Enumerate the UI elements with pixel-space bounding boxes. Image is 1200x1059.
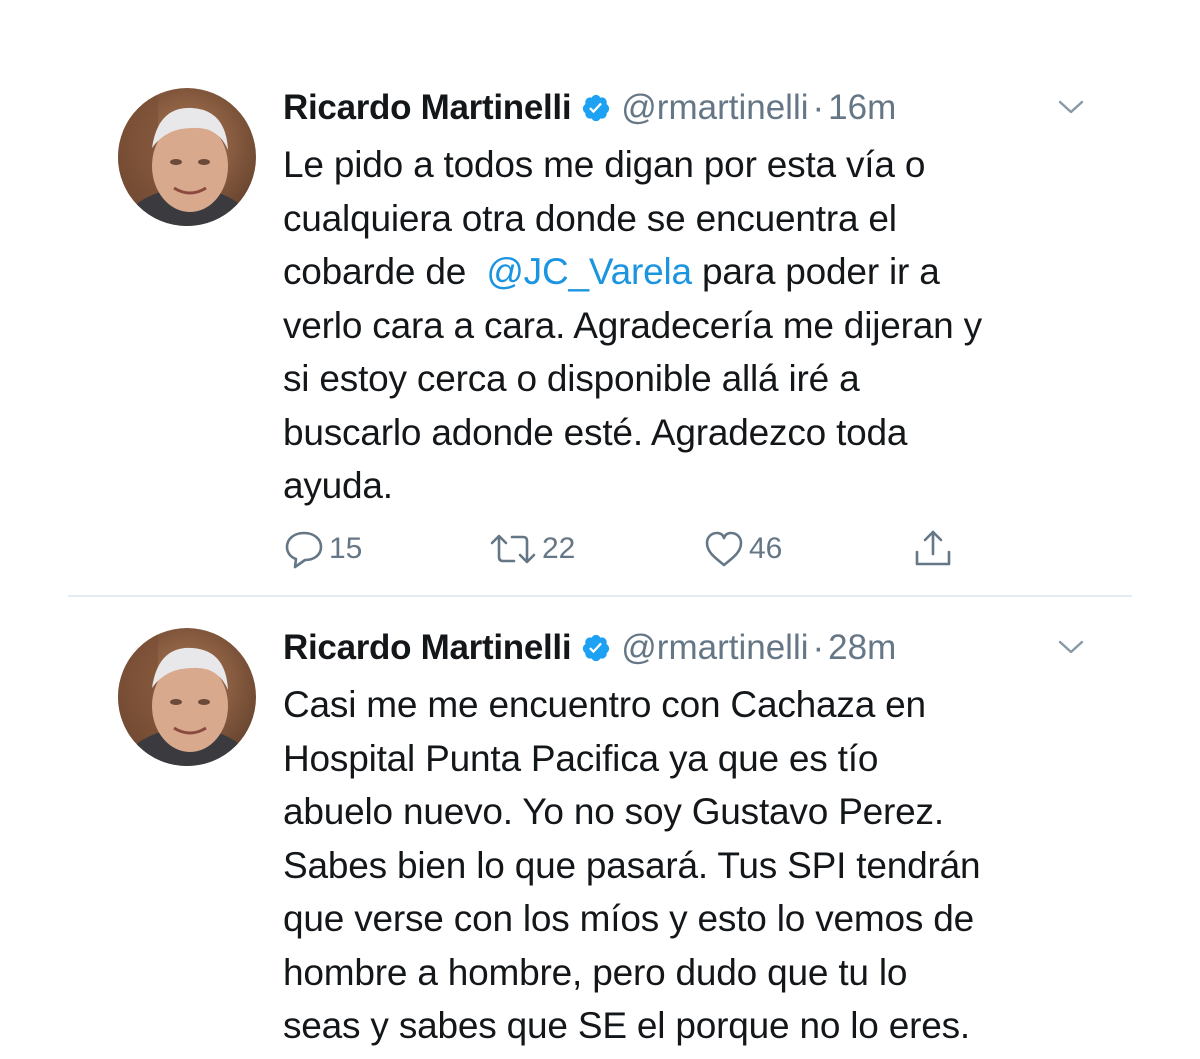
tweet-text-line: Hospital Punta Pacifica ya que es tío — [283, 732, 1163, 786]
avatar[interactable] — [118, 628, 256, 766]
reply-count: 15 — [329, 532, 363, 565]
tweet-text: Casi me me encuentro con Cachaza en Hosp… — [283, 678, 1163, 1053]
avatar[interactable] — [118, 88, 256, 226]
tweet-divider — [68, 595, 1132, 597]
verified-badge-icon — [581, 633, 611, 663]
tweet-text-line: abuelo nuevo. Yo no soy Gustavo Perez. — [283, 785, 1163, 839]
tweet-text-line: cobarde de @JC_Varela para poder ir a — [283, 245, 1163, 299]
text-segment: verlo cara a cara. Agradecería me dijera… — [283, 304, 982, 346]
text-segment: Sabes bien lo que pasará. Tus SPI tendrá… — [283, 844, 981, 886]
text-segment: abuelo nuevo. Yo no soy Gustavo Perez. — [283, 791, 944, 832]
text-segment: si estoy cerca o disponible allá iré a — [283, 358, 860, 399]
author-name[interactable]: Ricardo Martinelli — [283, 628, 572, 668]
tweet-text: Le pido a todos me digan por esta vía o … — [283, 138, 1163, 513]
like-count: 46 — [749, 532, 783, 565]
tweet-text-line: cualquiera otra donde se encuentra el — [283, 192, 1163, 246]
text-segment: cobarde de — [283, 251, 487, 292]
tweet-timestamp[interactable]: 16m — [828, 88, 896, 128]
tweet-text-line: Le pido a todos me digan por esta vía o — [283, 138, 1163, 192]
tweet-actions: 15 22 46 — [283, 524, 983, 574]
heart-icon — [703, 529, 745, 569]
tweet-text-line: ayuda. — [283, 459, 1163, 513]
text-segment: para poder ir a — [691, 251, 940, 292]
tweet-text-line: hombre a hombre, pero dudo que tu lo — [283, 946, 1163, 1000]
text-segment: cualquiera otra donde se encuentra el — [283, 197, 897, 239]
verified-badge-icon — [581, 93, 611, 123]
tweet-text-line: verlo cara a cara. Agradecería me dijera… — [283, 299, 1163, 353]
mention-link[interactable]: @JC_Varela — [486, 251, 692, 292]
tweet-text-line: si estoy cerca o disponible allá iré a — [283, 352, 1163, 406]
text-segment: hombre a hombre, pero dudo que tu lo — [283, 951, 908, 993]
tweet-timestamp[interactable]: 28m — [828, 628, 896, 668]
tweet-header: Ricardo Martinelli @rmartinelli · 16m — [283, 80, 896, 136]
tweet-text-line: Sabes bien lo que pasará. Tus SPI tendrá… — [283, 839, 1163, 893]
author-handle[interactable]: @rmartinelli — [621, 628, 808, 668]
text-segment: Le pido a todos me digan por esta vía o — [283, 144, 926, 185]
reply-button[interactable]: 15 — [283, 524, 362, 574]
share-icon — [913, 528, 953, 570]
tweet-text-line: seas y sabes que SE el porque no lo eres… — [283, 999, 1163, 1053]
tweet-text-line: Casi me me encuentro con Cachaza en — [283, 678, 1163, 732]
text-segment: ayuda. — [283, 465, 393, 506]
separator-dot: · — [812, 628, 825, 667]
text-segment: Hospital Punta Pacifica ya que es tío — [283, 737, 879, 779]
share-button[interactable] — [913, 524, 953, 574]
separator-dot: · — [812, 88, 825, 127]
tweet-text-line: buscarlo adonde esté. Agradezco toda — [283, 406, 1163, 460]
chevron-down-icon[interactable] — [1056, 636, 1086, 658]
retweet-button[interactable]: 22 — [488, 524, 575, 574]
like-button[interactable]: 46 — [703, 524, 782, 574]
tweet-header: Ricardo Martinelli @rmartinelli · 28m — [283, 620, 896, 676]
text-segment: buscarlo adonde esté. Agradezco toda — [283, 411, 908, 453]
retweet-count: 22 — [542, 532, 576, 565]
author-name[interactable]: Ricardo Martinelli — [283, 88, 572, 128]
reply-icon — [283, 529, 325, 569]
author-handle[interactable]: @rmartinelli — [621, 88, 808, 128]
tweet-text-line: que verse con los míos y esto lo vemos d… — [283, 892, 1163, 946]
retweet-icon — [488, 529, 538, 569]
text-segment: seas y sabes que SE el porque no lo eres… — [283, 1005, 971, 1046]
text-segment: Casi me me encuentro con Cachaza en — [283, 684, 926, 725]
chevron-down-icon[interactable] — [1056, 96, 1086, 118]
text-segment: que verse con los míos y esto lo vemos d… — [283, 898, 975, 939]
